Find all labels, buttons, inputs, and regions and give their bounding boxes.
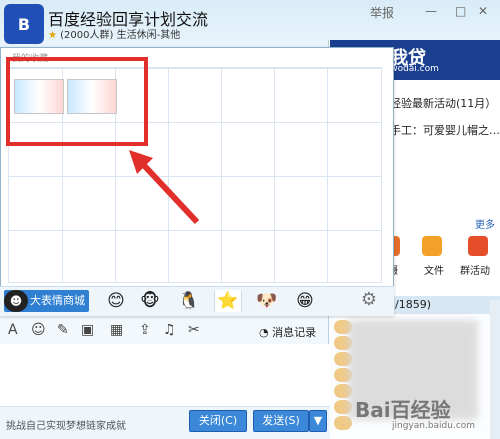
group-info: (2000人群) 生活休闲-其他 xyxy=(60,30,181,41)
emoji-tab-monkey[interactable]: 🐵 xyxy=(136,290,164,312)
group-avatar[interactable]: B xyxy=(4,4,44,44)
emoji-tab-penguin[interactable]: 🐧 xyxy=(175,290,203,312)
font-icon[interactable]: A xyxy=(8,322,18,338)
send-options-dropdown[interactable]: ▼ xyxy=(309,410,327,432)
watermark-logo: Bai百经验 xyxy=(355,398,451,422)
video-icon[interactable]: ▣ xyxy=(81,322,94,338)
member-list-scrollbar[interactable] xyxy=(490,300,500,439)
announcement-2[interactable]: 手工：可爱婴儿帽之… xyxy=(390,122,500,138)
highlight-box xyxy=(6,57,148,146)
icon-label-file: 文件 xyxy=(424,266,444,277)
clock-icon: ◔ xyxy=(259,326,269,339)
star-icon: ★ xyxy=(48,30,57,41)
close-button[interactable]: 关闭(C) xyxy=(189,410,247,432)
minimize-button[interactable]: — xyxy=(425,4,437,18)
watermark-url: jingyan.baidu.com xyxy=(392,421,476,431)
activity-icon[interactable] xyxy=(468,236,488,256)
gear-icon[interactable]: ⚙ xyxy=(358,289,380,311)
emoji-tab-favorites[interactable]: ⭐ xyxy=(214,290,242,312)
scissors-icon[interactable]: ✂ xyxy=(188,322,200,338)
store-icon: ☻ xyxy=(4,290,28,312)
pointer-arrow xyxy=(129,150,200,225)
icon-label-activity: 群活动 xyxy=(460,266,490,277)
close-window-button[interactable]: ✕ xyxy=(478,4,488,18)
emoji-tab-grin[interactable]: 😁 xyxy=(291,290,319,312)
emoji-tab-dog[interactable]: 🐶 xyxy=(253,290,281,312)
magic-icon[interactable]: ✎ xyxy=(57,322,69,338)
message-record-button[interactable]: ◔ 消息记录 xyxy=(259,324,316,340)
message-input[interactable] xyxy=(0,344,330,406)
title-bar: B 百度经验回享计划交流 ★ (2000人群) 生活休闲-其他 举报 — □ ✕ xyxy=(0,0,500,44)
image-icon[interactable]: ▦ xyxy=(110,322,123,338)
emoji-tab-smile[interactable]: 😊 xyxy=(102,290,130,312)
more-link[interactable]: 更多 xyxy=(475,216,495,231)
maximize-button[interactable]: □ xyxy=(455,4,466,18)
status-slogan: 挑战自己实现梦想链家成就 xyxy=(6,421,126,432)
announcement-1[interactable]: 经验最新活动(11月） xyxy=(390,95,496,111)
report-button[interactable]: 举报 xyxy=(370,4,394,21)
upload-icon[interactable]: ⇪ xyxy=(139,322,151,338)
emoji-icon[interactable]: ☺ xyxy=(31,322,46,338)
music-icon[interactable]: ♫ xyxy=(163,322,176,338)
group-subtitle: ★ (2000人群) 生活休闲-其他 xyxy=(48,26,180,41)
group-app-icons: 摄 文件 群活动 xyxy=(380,236,500,277)
send-button[interactable]: 发送(S) xyxy=(253,410,309,432)
folder-icon[interactable] xyxy=(422,236,442,256)
message-record-label: 消息记录 xyxy=(272,326,317,339)
